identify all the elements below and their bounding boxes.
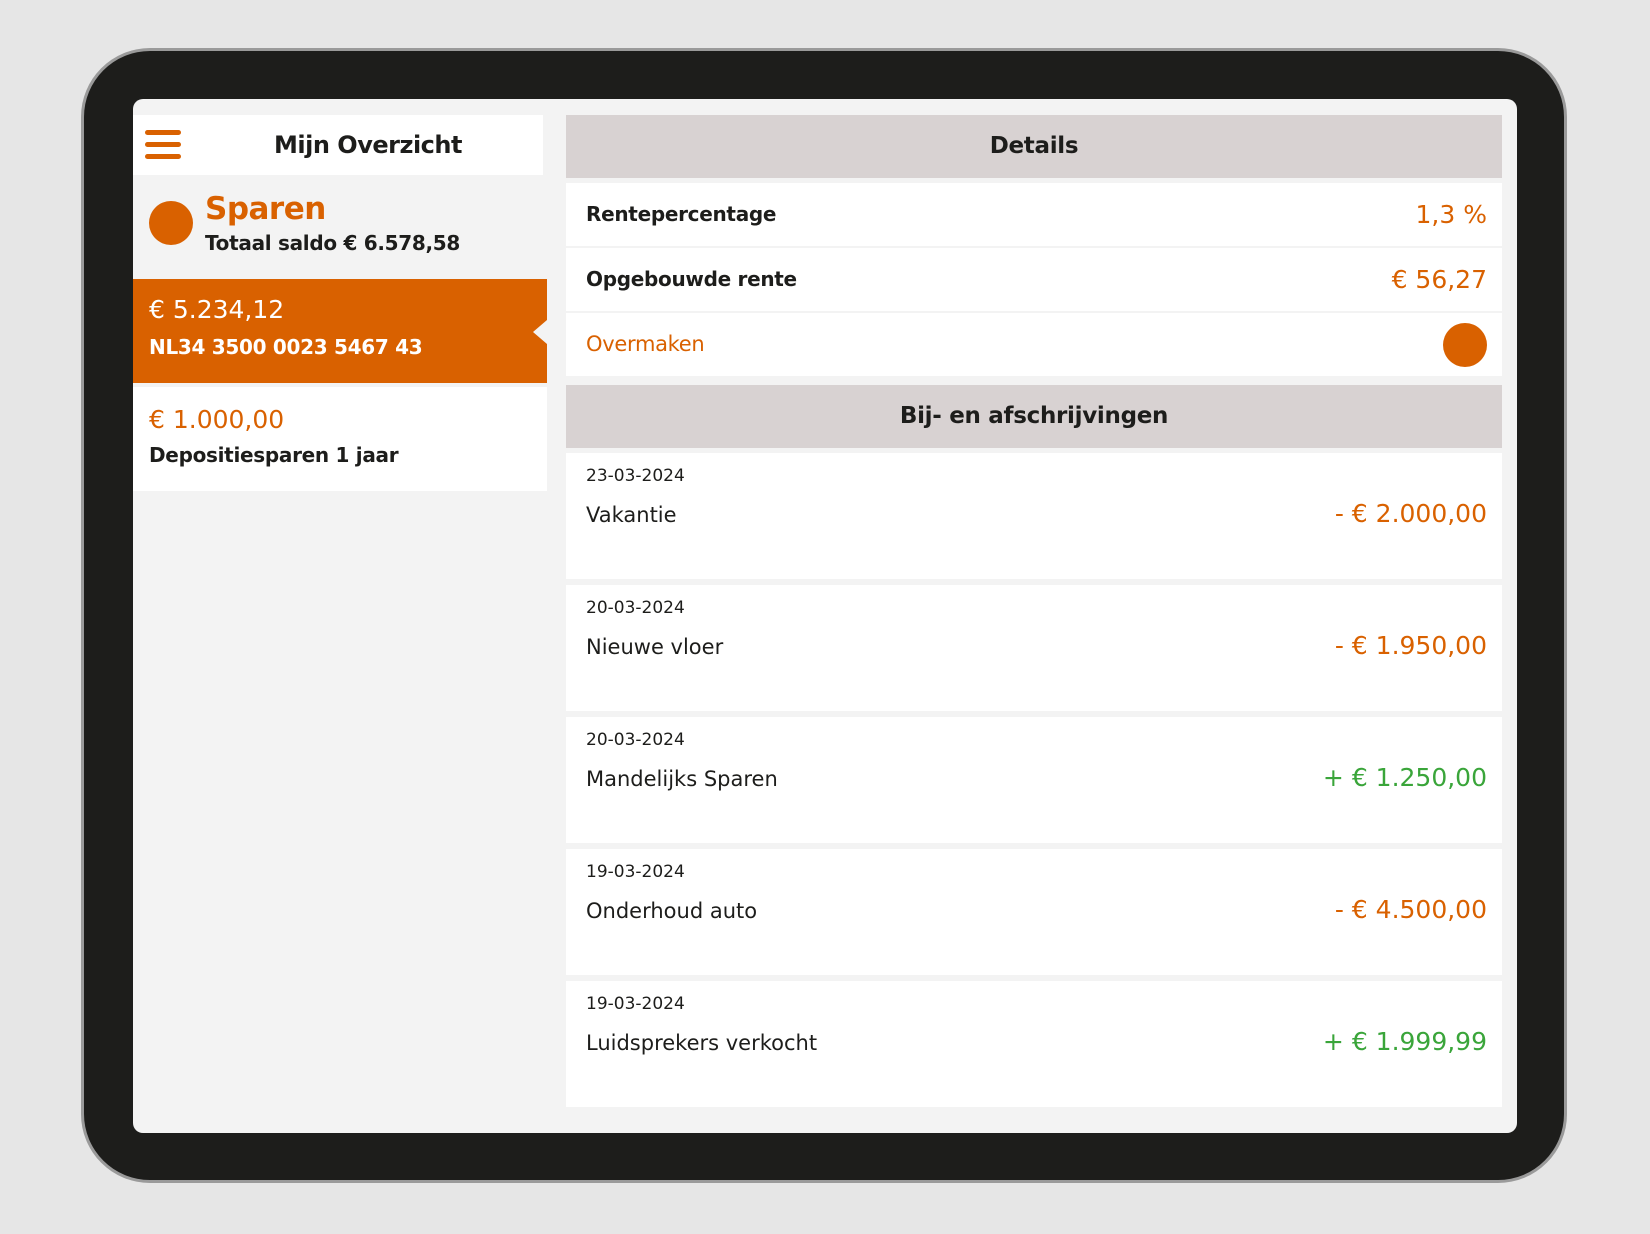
account-amount: € 5.234,12 [149, 295, 285, 324]
account-iban: NL34 3500 0023 5467 43 [149, 335, 423, 359]
transaction-amount: - € 2.000,00 [1334, 499, 1487, 528]
detail-panel: Details Rentepercentage 1,3 % Opgebouwde… [566, 115, 1502, 1133]
account-name: Depositiesparen 1 jaar [149, 443, 399, 467]
transaction-date: 20-03-2024 [586, 598, 685, 618]
tablet-frame: Mijn Overzicht Sparen Totaal saldo € 6.5… [84, 51, 1564, 1180]
detail-label: Opgebouwde rente [586, 267, 797, 291]
detail-value: 1,3 % [1415, 200, 1487, 229]
transaction-row[interactable]: 19-03-2024 Luidsprekers verkocht + € 1.9… [566, 981, 1502, 1107]
transaction-amount: + € 1.999,99 [1322, 1027, 1487, 1056]
transfer-label: Overmaken [586, 332, 705, 356]
detail-row-interest-rate: Rentepercentage 1,3 % [566, 183, 1502, 246]
details-header: Details [566, 115, 1502, 178]
left-header: Mijn Overzicht [133, 115, 543, 175]
detail-label: Rentepercentage [586, 202, 777, 226]
transaction-amount: + € 1.250,00 [1322, 763, 1487, 792]
transactions-header: Bij- en afschrijvingen [566, 385, 1502, 448]
transaction-row[interactable]: 20-03-2024 Nieuwe vloer - € 1.950,00 [566, 585, 1502, 711]
detail-value: € 56,27 [1391, 265, 1487, 294]
page-title: Mijn Overzicht [274, 131, 462, 159]
account-item[interactable]: € 1.000,00 Depositiesparen 1 jaar [133, 387, 547, 491]
account-item-selected[interactable]: € 5.234,12 NL34 3500 0023 5467 43 [133, 279, 547, 383]
hamburger-menu-icon[interactable] [145, 128, 181, 162]
transaction-row[interactable]: 20-03-2024 Mandelijks Sparen + € 1.250,0… [566, 717, 1502, 843]
transaction-date: 20-03-2024 [586, 730, 685, 750]
transaction-date: 23-03-2024 [586, 466, 685, 486]
transaction-description: Vakantie [586, 503, 677, 527]
transfer-button[interactable]: Overmaken [566, 313, 1502, 376]
total-balance: Totaal saldo € 6.578,58 [205, 231, 461, 255]
savings-icon [149, 201, 193, 245]
transfer-icon[interactable] [1443, 323, 1487, 367]
transaction-description: Onderhoud auto [586, 899, 758, 923]
app-screen: Mijn Overzicht Sparen Totaal saldo € 6.5… [133, 99, 1517, 1133]
transaction-amount: - € 1.950,00 [1334, 631, 1487, 660]
transaction-description: Nieuwe vloer [586, 635, 724, 659]
account-amount: € 1.000,00 [149, 405, 285, 434]
transaction-date: 19-03-2024 [586, 862, 685, 882]
transaction-description: Mandelijks Sparen [586, 767, 778, 791]
transaction-amount: - € 4.500,00 [1334, 895, 1487, 924]
savings-summary: Sparen Totaal saldo € 6.578,58 [133, 175, 543, 279]
transaction-row[interactable]: 19-03-2024 Onderhoud auto - € 4.500,00 [566, 849, 1502, 975]
transaction-description: Luidsprekers verkocht [586, 1031, 818, 1055]
transaction-row[interactable]: 23-03-2024 Vakantie - € 2.000,00 [566, 453, 1502, 579]
transaction-date: 19-03-2024 [586, 994, 685, 1014]
detail-row-accrued-interest: Opgebouwde rente € 56,27 [566, 248, 1502, 311]
summary-title: Sparen [205, 191, 326, 227]
